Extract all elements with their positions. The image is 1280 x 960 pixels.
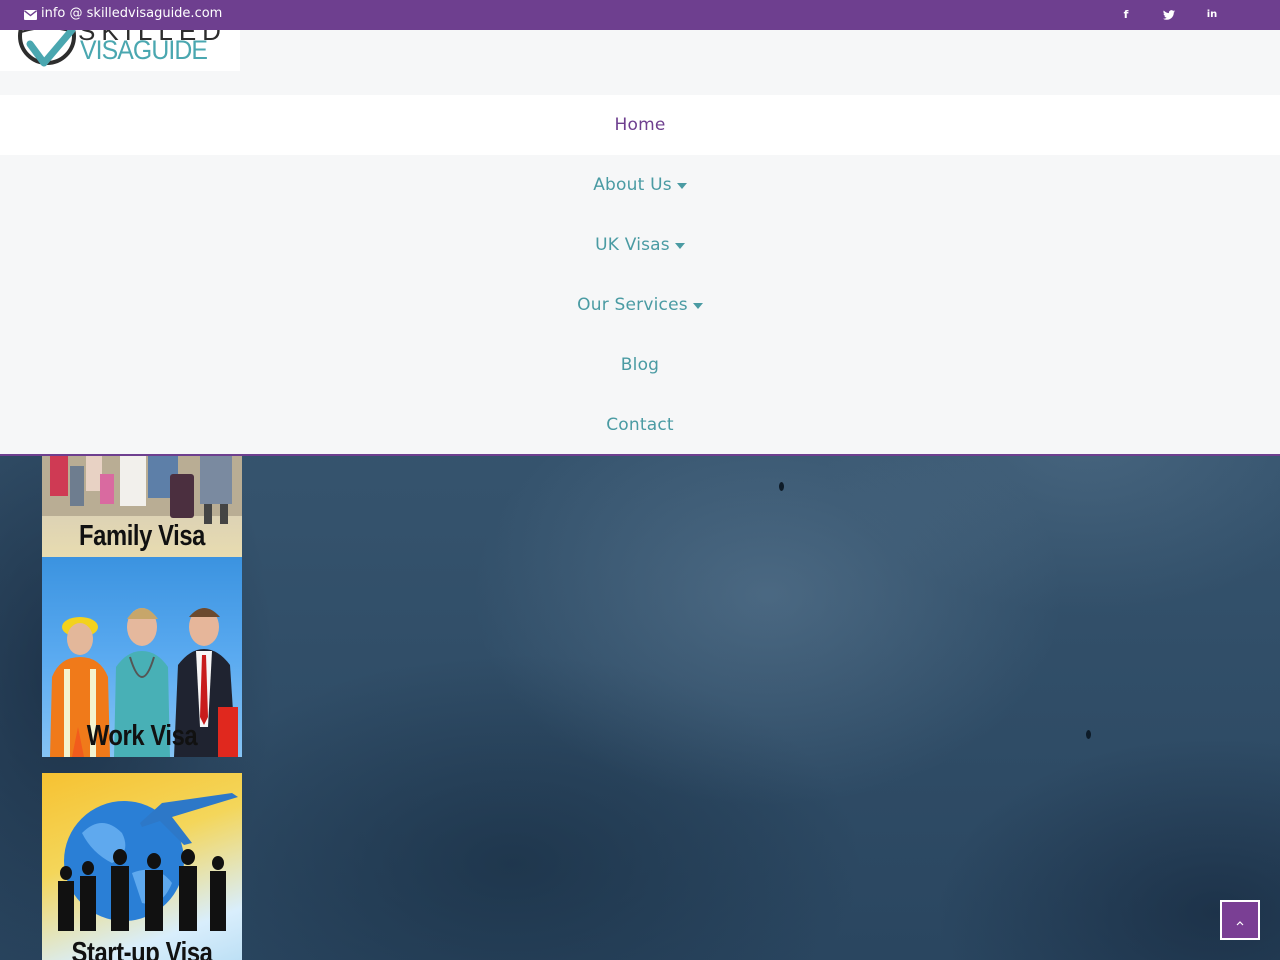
background-speck: [1086, 730, 1091, 739]
nav-item-blog[interactable]: Blog: [0, 335, 1280, 395]
site-logo[interactable]: SKILLED VISAGUIDE: [0, 30, 240, 71]
nav-item-uk-visas[interactable]: UK Visas: [0, 215, 1280, 275]
work-visa-card[interactable]: Work Visa: [42, 557, 242, 757]
caret-down-icon: [692, 303, 703, 309]
top-bar: info @ skilledvisaguide.com f in: [0, 0, 1280, 30]
card-label: Start-up Visa: [71, 937, 213, 960]
linkedin-icon[interactable]: in: [1204, 7, 1220, 23]
nav-item-about-us[interactable]: About Us: [0, 155, 1280, 215]
nav-label: Our Services: [577, 295, 688, 315]
facebook-icon[interactable]: f: [1119, 7, 1133, 23]
back-to-top-button[interactable]: [1220, 900, 1260, 940]
twitter-icon[interactable]: [1162, 7, 1176, 23]
family-visa-card[interactable]: Family Visa: [42, 456, 242, 557]
card-label: Work Visa: [86, 720, 198, 752]
email-text: info @ skilledvisaguide.com: [41, 6, 223, 21]
nav-item-contact[interactable]: Contact: [0, 395, 1280, 455]
main-nav: Home About Us UK Visas Our Services Blog…: [0, 95, 1280, 456]
nav-label: Blog: [620, 355, 660, 375]
nav-label: About Us: [593, 175, 672, 195]
card-label: Family Visa: [79, 520, 205, 552]
nav-item-our-services[interactable]: Our Services: [0, 275, 1280, 335]
envelope-icon: [24, 9, 37, 20]
nav-label: Home: [614, 115, 666, 135]
nav-label: UK Visas: [595, 235, 670, 255]
startup-visa-card[interactable]: Start-up Visa: [42, 773, 242, 960]
contact-email[interactable]: info @ skilledvisaguide.com: [24, 6, 222, 21]
nav-item-home[interactable]: Home: [0, 95, 1280, 155]
chevron-up-icon: [1236, 911, 1244, 930]
caret-down-icon: [676, 183, 687, 189]
caret-down-icon: [674, 243, 685, 249]
nav-label: Contact: [606, 415, 674, 435]
startup-visa-image: [58, 793, 238, 931]
logo-bottom-text: VISAGUIDE: [80, 35, 208, 65]
background-speck: [779, 482, 784, 491]
